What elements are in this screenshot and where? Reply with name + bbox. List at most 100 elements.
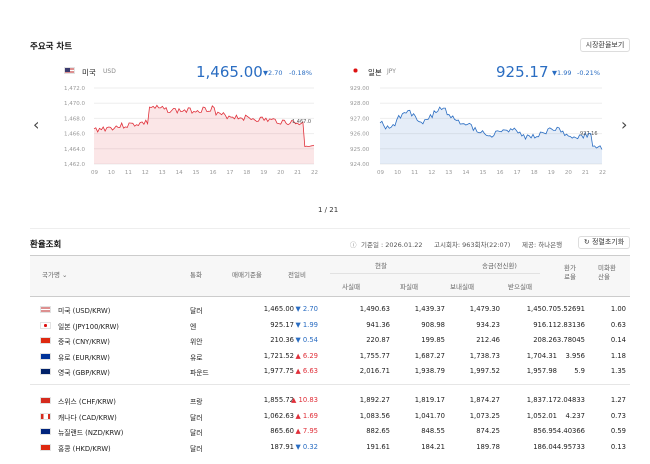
cell-cur: 파운드 [190, 369, 209, 377]
chart-change: ▼1.99 [552, 69, 572, 77]
chart-pct: -0.21% [577, 69, 600, 77]
eu-flag-icon [40, 352, 51, 360]
chart-value: 925.17 [496, 63, 549, 81]
y-tick-label: 925.00 [350, 147, 370, 153]
us-flag-icon [64, 67, 75, 74]
chevron-right-icon[interactable]: › [621, 115, 627, 134]
table-header: 국가명 ⌄ 통화 매매기준율 전일비 현찰 사실때 파실때 송금(전신환) 보내… [30, 256, 630, 296]
notice-round: 고시회차: 963회차(22:07) [434, 241, 511, 249]
y-tick-label: 1,468.0 [64, 116, 85, 122]
cell-fee: 4.95733 [556, 442, 585, 451]
jp-flag-icon [352, 67, 359, 74]
cell-send: 874.25 [476, 427, 500, 435]
y-tick-label: 1,464.0 [64, 147, 85, 153]
chart-card-jpy[interactable]: 일본 JPY 925.17 ▼1.99 -0.21% [352, 63, 612, 84]
table-row[interactable]: 캐나다 (CAD/KRW) 달러 1,062.63 ▲ 1.69 1,083.56 1,0… [30, 409, 630, 424]
cell-chg: ▲ 6.29 [295, 351, 318, 360]
nz-flag-icon [40, 428, 51, 435]
info-icon[interactable]: ⓘ [350, 239, 357, 249]
series-area [380, 107, 602, 164]
chevron-left-icon[interactable]: ‹ [33, 115, 39, 134]
x-tick-label: 17 [514, 170, 521, 176]
cell-base: 1,062.63 [263, 411, 294, 420]
jpy-chart: 929.00 928.00 927.00 926.00 925.00 924.00 09 10… [350, 86, 606, 176]
cell-name[interactable]: 뉴질랜드 (NZD/KRW) [58, 427, 188, 437]
header-change: 전일비 [288, 271, 306, 279]
y-tick-label: 1,466.0 [64, 132, 85, 138]
cell-name[interactable]: 중국 (CNY/KRW) [58, 336, 188, 346]
cell-fee: 4.237 [565, 411, 585, 420]
x-tick-label: 22 [311, 170, 318, 176]
cell-name[interactable]: 미국 (USD/KRW) [58, 305, 188, 315]
cell-usd: 0.73 [610, 411, 626, 420]
sort-icon: ⌄ [62, 271, 68, 279]
cell-name[interactable]: 홍콩 (HKD/KRW) [58, 443, 188, 453]
cn-flag-icon [40, 337, 51, 344]
cell-send: 1,073.25 [469, 411, 500, 420]
cell-base: 187.91 [270, 442, 294, 451]
cell-chg: ▲ 7.95 [295, 427, 318, 435]
x-tick-label: 13 [159, 170, 166, 176]
table-row[interactable]: 뉴질랜드 (NZD/KRW) 달러 865.60 ▲ 7.95 882.65 848.55… [30, 424, 630, 439]
last-value-label: 927.16 [580, 131, 598, 137]
reset-sort-label: 정렬초기화 [591, 238, 625, 246]
us-flag-icon [40, 306, 51, 313]
cell-chg: ▼ 0.32 [295, 442, 318, 451]
y-tick-label: 1,462.0 [64, 162, 85, 168]
cell-usd: 0.63 [610, 320, 626, 329]
reset-sort-button[interactable]: ↻ 정렬초기화 [578, 236, 630, 249]
cell-cur: 달러 [190, 307, 203, 315]
x-tick-label: 12 [142, 170, 149, 176]
x-tick-label: 14 [462, 170, 469, 176]
market-rate-button[interactable]: 시장환율보기 [580, 38, 630, 52]
header-country[interactable]: 국가명 ⌄ [42, 269, 67, 279]
x-tick-label: 19 [260, 170, 267, 176]
cell-base: 1,465.00 [263, 305, 294, 313]
x-tick-label: 20 [277, 170, 284, 176]
table-row[interactable]: 영국 (GBP/KRW) 파운드 1,977.75 ▲ 6.63 2,016.71 1,9… [30, 364, 630, 379]
header-usd: 미화환산율 [598, 264, 616, 281]
cell-sell: 199.85 [421, 336, 445, 344]
x-tick-label: 10 [394, 170, 401, 176]
table-row[interactable]: 미국 (USD/KRW) 달러 1,465.00 ▼ 2.70 1,490.63 1,43… [30, 302, 630, 317]
table-row[interactable]: 유로 (EUR/KRW) 유로 1,721.52 ▲ 6.29 1,755.77 1,68… [30, 349, 630, 364]
base-date: 기준일 : 2026.01.22 [361, 241, 423, 249]
y-tick-label: 928.00 [350, 101, 370, 107]
x-tick-label: 17 [226, 170, 233, 176]
cell-buy: 941.36 [366, 320, 390, 329]
cell-name[interactable]: 캐나다 (CAD/KRW) [58, 412, 188, 422]
jp-flag-icon [40, 321, 51, 329]
header-currency: 통화 [190, 271, 202, 279]
header-base: 매매기준율 [232, 271, 262, 279]
cell-cur: 엔 [190, 322, 197, 331]
header-cash: 현찰 [375, 262, 387, 270]
x-tick-label: 13 [445, 170, 452, 176]
x-tick-label: 19 [548, 170, 555, 176]
cell-sell: 848.55 [421, 427, 445, 435]
chart-value: 1,465.00 [196, 63, 263, 81]
table-row[interactable]: 스위스 (CHF/KRW) 프랑 1,855.72 ▲ 10.83 1,892.27 1,… [30, 393, 630, 408]
cell-base: 1,977.75 [263, 367, 294, 375]
header-transfer: 송금(전신환) [482, 262, 517, 270]
cell-buy: 191.61 [366, 442, 390, 451]
cell-buy: 1,755.77 [359, 351, 390, 360]
table-row[interactable]: 홍콩 (HKD/KRW) 달러 187.91 ▼ 0.32 191.61 184.21 18… [30, 440, 630, 455]
cell-name[interactable]: 스위스 (CHF/KRW) [58, 396, 188, 406]
table-row[interactable]: 중국 (CNY/KRW) 위안 210.36 ▼ 0.54 220.87 199.85 21… [30, 333, 630, 348]
chart-pct: -0.18% [289, 69, 312, 77]
x-tick-label: 18 [531, 170, 538, 176]
cell-name[interactable]: 영국 (GBP/KRW) [58, 367, 188, 377]
section-title: 주요국 차트 [30, 42, 73, 52]
cell-chg: ▲ 10.83 [291, 396, 318, 404]
chart-card-usd[interactable]: 미국 USD 1,465.00 ▼2.70 -0.18% [64, 63, 324, 84]
chart-country: 일본 [368, 68, 382, 77]
table-row[interactable]: 일본 (JPY100/KRW) 엔 925.17 ▼ 1.99 941.36 908.98… [30, 318, 630, 333]
cell-name[interactable]: 일본 (JPY100/KRW) [58, 321, 188, 331]
usd-chart: 1,472.0 1,470.0 1,468.0 1,466.0 1,464.0 1,462… [64, 86, 318, 176]
cell-name[interactable]: 유로 (EUR/KRW) [58, 352, 188, 362]
cell-usd: 0.14 [610, 336, 626, 344]
cell-send: 212.46 [476, 336, 500, 344]
cell-send: 1,479.30 [469, 305, 500, 313]
ca-flag-icon [40, 412, 51, 420]
provider: 제공: 하나은행 [522, 241, 563, 249]
